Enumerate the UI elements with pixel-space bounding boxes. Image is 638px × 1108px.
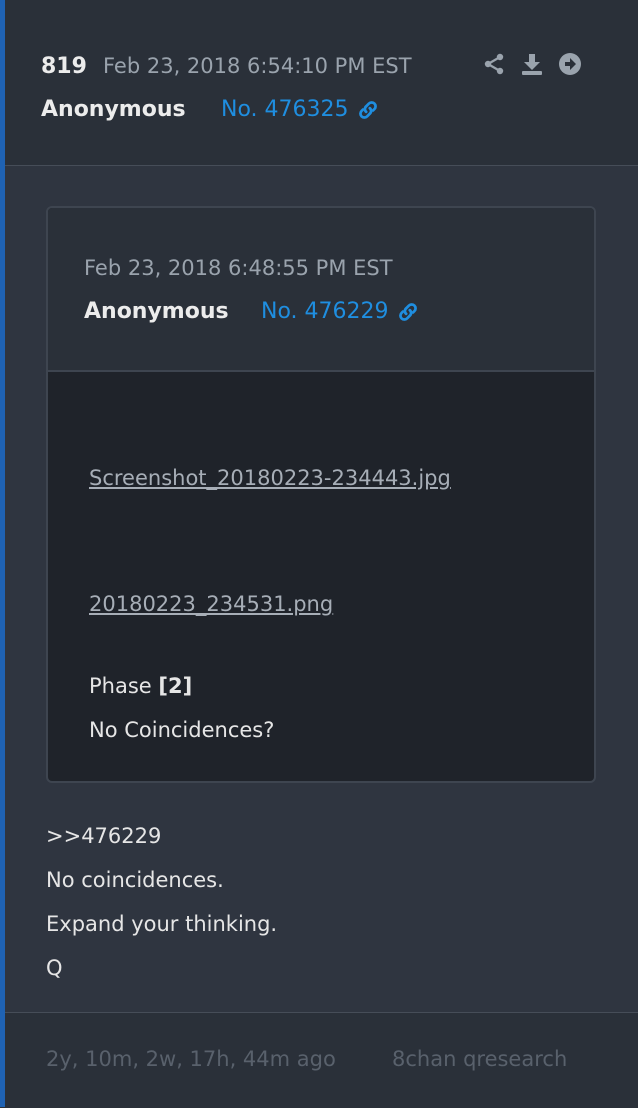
quoted-text-prefix: Phase [89,674,159,698]
reply-line: Expand your thinking. [46,912,278,936]
post-footer: 2y, 10m, 2w, 17h, 44m ago 8chan qresearc… [5,1012,638,1108]
relative-time: 2y, 10m, 2w, 17h, 44m ago [46,1047,336,1071]
post-number: 819 [41,54,87,79]
quoted-post-id-label[interactable]: No. 476229 [261,299,389,324]
post-header: 819 Feb 23, 2018 6:54:10 PM EST Anonymou… [5,0,638,166]
quoted-post-header: Feb 23, 2018 6:48:55 PM EST Anonymous No… [48,208,594,372]
link-icon[interactable] [397,301,419,323]
download-icon[interactable] [520,52,544,76]
quoted-post-id-link[interactable]: No. 476229 [261,299,419,324]
reply-quote-link[interactable]: >>476229 [46,814,277,858]
quoted-text-line: Phase [2] [89,664,274,708]
link-icon[interactable] [357,99,379,121]
reply-line: No coincidences. [46,868,224,892]
post-author: Anonymous [41,97,186,122]
arrow-right-circle-icon[interactable] [558,52,582,76]
post-date: Feb 23, 2018 6:54:10 PM EST [103,54,412,78]
attachment-link[interactable]: 20180223_234531.png [89,592,333,616]
reply-text: >>476229 No coincidences. Expand your th… [46,814,277,990]
post-body: Feb 23, 2018 6:48:55 PM EST Anonymous No… [5,166,638,1012]
source-board: 8chan qresearch [392,1047,568,1071]
quoted-post-author: Anonymous [84,299,229,324]
quoted-post: Feb 23, 2018 6:48:55 PM EST Anonymous No… [46,206,596,783]
post-id-label[interactable]: No. 476325 [221,97,349,122]
quoted-text-bold: [2] [158,674,193,698]
quoted-text-line: No Coincidences? [89,718,275,742]
reply-signature: Q [46,956,63,980]
quoted-post-text: Phase [2] No Coincidences? [89,664,274,752]
quoted-post-date: Feb 23, 2018 6:48:55 PM EST [84,256,393,280]
attachment-link[interactable]: Screenshot_20180223-234443.jpg [89,466,451,490]
post-actions [482,52,582,76]
post-id-link[interactable]: No. 476325 [221,97,379,122]
share-icon[interactable] [482,52,506,76]
